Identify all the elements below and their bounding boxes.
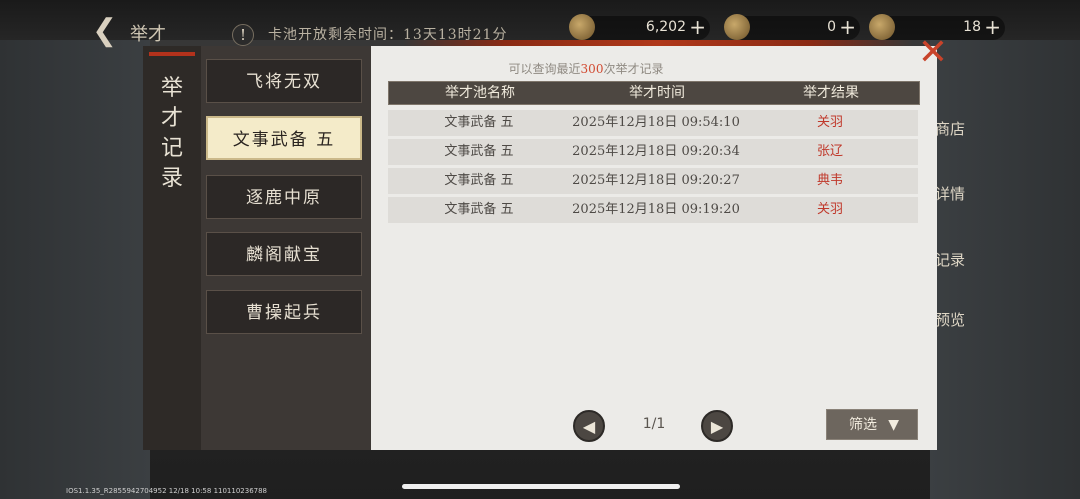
- col-time: 举才时间: [629, 85, 685, 101]
- close-icon[interactable]: ✕: [917, 35, 949, 71]
- tab-linge[interactable]: 麟阁献宝: [206, 232, 362, 276]
- funnel-icon: ▼: [888, 417, 899, 433]
- col-result: 举才结果: [803, 85, 859, 101]
- resource-gold: 6,202 +: [569, 14, 710, 40]
- exclamation-icon[interactable]: !: [232, 24, 254, 46]
- table-row: 文事武备 五 2025年12月18日 09:19:20 关羽: [388, 197, 918, 223]
- dialog-title: 举才记录: [160, 76, 183, 191]
- resource-value: 18: [963, 19, 981, 35]
- table-row: 文事武备 五 2025年12月18日 09:20:27 典韦: [388, 168, 918, 194]
- home-indicator[interactable]: [402, 484, 680, 489]
- side-menu-preview[interactable]: 预览: [935, 271, 1015, 331]
- record-content: 可以查询最近300次举才记录 举才池名称 举才时间 举才结果 文事武备 五 20…: [371, 46, 937, 450]
- resource-value: 6,202: [645, 19, 686, 35]
- add-button[interactable]: +: [689, 15, 706, 39]
- side-menu-record[interactable]: 记录: [935, 205, 1015, 271]
- add-button[interactable]: +: [839, 15, 856, 39]
- tab-zhulu[interactable]: 逐鹿中原: [206, 175, 362, 219]
- side-menu: 商店 详情 记录 预览: [935, 80, 1015, 331]
- coin-icon: [569, 14, 595, 40]
- title-accent: [149, 52, 195, 56]
- table-row: 文事武备 五 2025年12月18日 09:20:34 张辽: [388, 139, 918, 165]
- resource-value: 0: [827, 19, 836, 35]
- tab-caocao[interactable]: 曹操起兵: [206, 290, 362, 334]
- table-row: 文事武备 五 2025年12月18日 09:54:10 关羽: [388, 110, 918, 136]
- back-arrow-icon[interactable]: ❮: [92, 14, 122, 50]
- side-menu-detail[interactable]: 详情: [935, 140, 1015, 205]
- pool-tab-list: 飞将无双 文事武备 五 逐鹿中原 麟阁献宝 曹操起兵: [201, 46, 371, 450]
- tab-wenshi-active[interactable]: 文事武备 五: [206, 116, 362, 160]
- record-limit: 300: [580, 62, 604, 76]
- page-title: 举才: [130, 24, 166, 45]
- tab-feijiang[interactable]: 飞将无双: [206, 59, 362, 103]
- filter-button[interactable]: 筛选 ▼: [826, 409, 918, 440]
- background-left-scene: [0, 40, 150, 499]
- add-button[interactable]: +: [984, 15, 1001, 39]
- page-indicator: 1/1: [642, 416, 666, 432]
- table-header: 举才池名称 举才时间 举才结果: [388, 81, 920, 105]
- side-menu-shop[interactable]: 商店: [935, 80, 1015, 140]
- next-page-button[interactable]: ▶: [701, 410, 733, 442]
- record-title-panel: 举才记录: [143, 46, 203, 450]
- resource-jade: 0 +: [724, 14, 860, 40]
- build-info: IOS1.1.35_R2855942704952 12/18 10:58 110…: [66, 487, 268, 495]
- query-hint: 可以查询最近300次举才记录: [508, 62, 664, 76]
- ticket-icon: [869, 14, 895, 40]
- filter-label: 筛选: [849, 417, 877, 433]
- col-pool-name: 举才池名称: [445, 85, 515, 101]
- prev-page-button[interactable]: ◀: [573, 410, 605, 442]
- jade-icon: [724, 14, 750, 40]
